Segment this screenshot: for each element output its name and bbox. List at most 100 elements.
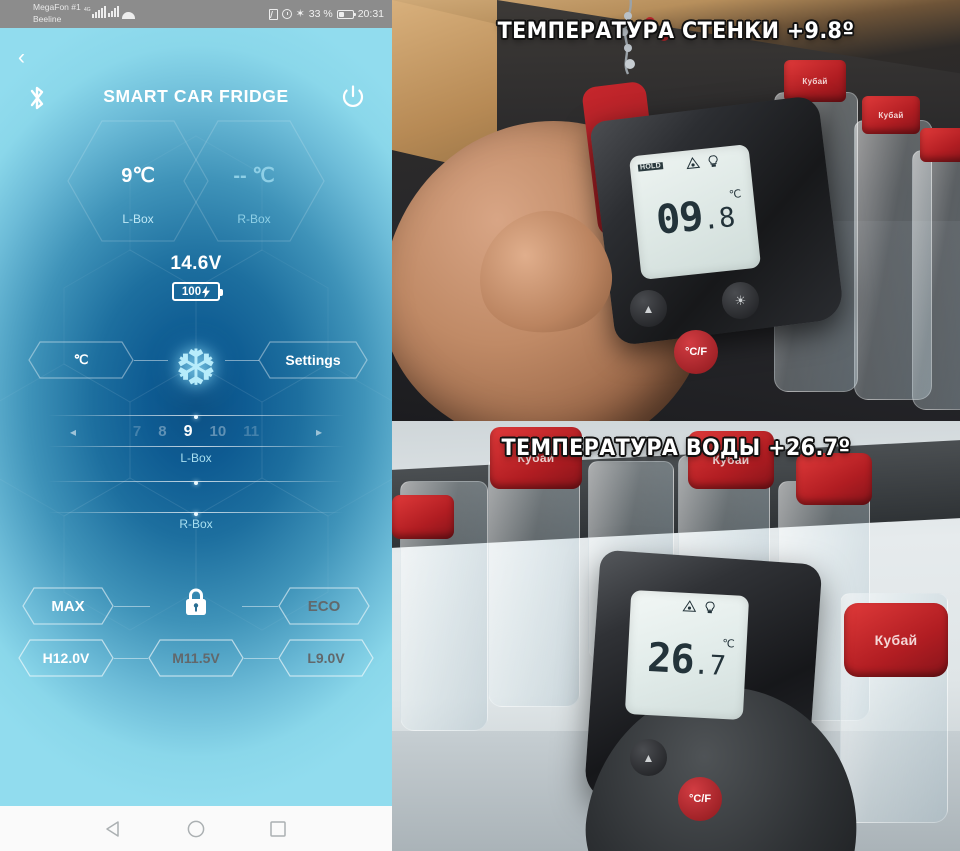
nav-back-icon[interactable] [104, 819, 124, 839]
slider-knob[interactable] [194, 512, 198, 516]
preset-m115-label: M11.5V [172, 650, 220, 666]
android-nav-bar [0, 806, 392, 851]
preset-l90-label: L9.0V [307, 650, 345, 666]
slider-value-near-low[interactable]: 8 [158, 423, 166, 440]
battery-level-value: 100 [181, 285, 202, 298]
nav-recents-icon[interactable] [268, 819, 288, 839]
phone-screen: MegaFon #1 Beeline 4G ✶ 33 % 20:31 ‹ SMA… [0, 0, 392, 851]
power-icon [342, 85, 364, 107]
lamp-glyph [708, 155, 718, 167]
carrier-sim1: MegaFon #1 [33, 2, 81, 12]
lcd-integer: 09 [653, 193, 705, 244]
lcd-integer: 26 [646, 634, 695, 684]
charging-bolt-icon [202, 285, 211, 298]
bottle-cap [920, 128, 960, 162]
network-type-label: 4G [84, 7, 91, 13]
lcd-unit: ℃ [728, 188, 743, 202]
preset-h12-button[interactable]: H12.0V [18, 639, 114, 677]
r-box-temperature: -- ℃ [233, 165, 275, 187]
laser-triangle-glyph [682, 600, 697, 612]
connector-1 [114, 658, 148, 659]
power-button[interactable] [340, 84, 366, 110]
slider-track-top [48, 415, 344, 419]
lock-button[interactable] [183, 587, 209, 617]
connector-right [225, 360, 259, 361]
slider-track-bottom [48, 446, 344, 447]
photo-column: Кубай Кубай HOLD 09.8 ℃ ▲ ☀ °C/F ТЕМПЕРА… [392, 0, 960, 851]
cap-label: Кубай [874, 632, 918, 648]
preset-l90-button[interactable]: L9.0V [278, 639, 374, 677]
photo2-unit-button: °C/F [678, 777, 722, 821]
status-bar: MegaFon #1 Beeline 4G ✶ 33 % 20:31 [0, 0, 392, 28]
photo2-lcd-display: 26.7 ℃ [624, 589, 750, 721]
photo1-up-button: ▲ [630, 290, 667, 327]
voltage-value: 14.6V [170, 253, 222, 274]
eco-button[interactable]: ECO [278, 587, 370, 625]
preset-m115-button[interactable]: M11.5V [148, 639, 244, 677]
photo2-up-button: ▲ [630, 739, 667, 776]
unit-toggle-button[interactable]: ℃ [28, 341, 134, 379]
photo-water-temperature: Кубай Кубай Кубай 26.7 ℃ ▲ °C/F ТЕМПЕРАТ… [392, 421, 960, 851]
connector-2 [244, 658, 278, 659]
max-label: MAX [51, 597, 85, 615]
back-chevron-icon[interactable]: ‹ [18, 47, 38, 68]
bottle [912, 150, 960, 410]
bottle-cap [392, 495, 454, 539]
photo1-caption: ТЕМПЕРАТУРА СТЕНКИ +9.8º [497, 18, 855, 44]
slider-knob[interactable] [194, 415, 198, 419]
signal-bars-sim2-icon [108, 6, 119, 17]
cap-label: Кубай [878, 110, 904, 120]
r-box-hex[interactable]: -- ℃ R-Box [182, 119, 326, 243]
bottle-cap: Кубай [844, 603, 948, 677]
r-box-slider[interactable]: R-Box [0, 471, 392, 537]
lcd-unit: ℃ [721, 637, 735, 651]
lcd-decimal: .8 [701, 201, 737, 237]
r-box-label: R-Box [237, 212, 271, 226]
connector-left [114, 606, 150, 607]
slider-knob[interactable] [194, 481, 198, 485]
battery-level-badge: 100 [172, 282, 223, 301]
lamp-icon [704, 601, 716, 618]
settings-button[interactable]: Settings [258, 341, 368, 379]
r-box-slider-label: R-Box [179, 517, 213, 531]
lcd-hold-indicator: HOLD [637, 162, 664, 172]
snowflake-icon[interactable]: ❆ [169, 341, 223, 395]
carrier-sim2: Beeline [33, 13, 62, 24]
connector-left [134, 360, 168, 361]
carrier-labels: MegaFon #1 Beeline [33, 2, 81, 25]
clock-label: 20:31 [357, 8, 384, 20]
lamp-icon [707, 154, 720, 171]
slider-value-far-low[interactable]: 7 [133, 423, 141, 440]
battery-percent-label: 33 % [308, 8, 333, 20]
lcd-decimal: .7 [692, 649, 727, 683]
slider-value-selected: 9 [183, 423, 193, 440]
bottle-cap: Кубай [784, 60, 846, 102]
bluetooth-status-icon: ✶ [295, 7, 305, 20]
l-box-slider[interactable]: ◂ ▸ 7 8 9 10 11 L-Box [0, 405, 392, 471]
photo1-unit-button: °C/F [674, 330, 718, 374]
bottle-cap: Кубай [862, 96, 920, 134]
slider-value-near-high[interactable]: 10 [210, 423, 227, 440]
status-right-cluster: ✶ 33 % 20:31 [268, 0, 384, 28]
alarm-icon [281, 9, 292, 19]
mode-row: ℃ ❆ Settings [0, 327, 392, 405]
slider-track-bottom [48, 512, 344, 516]
cloud-sync-icon [122, 12, 135, 19]
slider-value-far-high[interactable]: 11 [243, 423, 259, 440]
laser-triangle-glyph [686, 157, 701, 170]
bottle [488, 457, 580, 707]
photo1-light-button: ☀ [722, 282, 759, 319]
nav-home-icon[interactable] [186, 819, 206, 839]
photo-wall-temperature: Кубай Кубай HOLD 09.8 ℃ ▲ ☀ °C/F ТЕМПЕРА… [392, 0, 960, 421]
max-button[interactable]: MAX [22, 587, 114, 625]
signal-bars-sim1-icon [92, 6, 106, 18]
app-bar: ‹ SMART CAR FRIDGE [0, 28, 392, 123]
slider-track-top [48, 481, 344, 485]
connector-right [242, 606, 278, 607]
box-temperature-row: 9℃ L-Box -- ℃ R-Box [0, 120, 392, 245]
settings-label: Settings [285, 352, 341, 368]
lamp-glyph [705, 601, 715, 614]
max-eco-row: MAX ECO [0, 577, 392, 633]
l-box-slider-label: L-Box [180, 451, 212, 465]
app-content: ‹ SMART CAR FRIDGE 9℃ L-Box -- ℃ R-Box 1… [0, 28, 392, 806]
